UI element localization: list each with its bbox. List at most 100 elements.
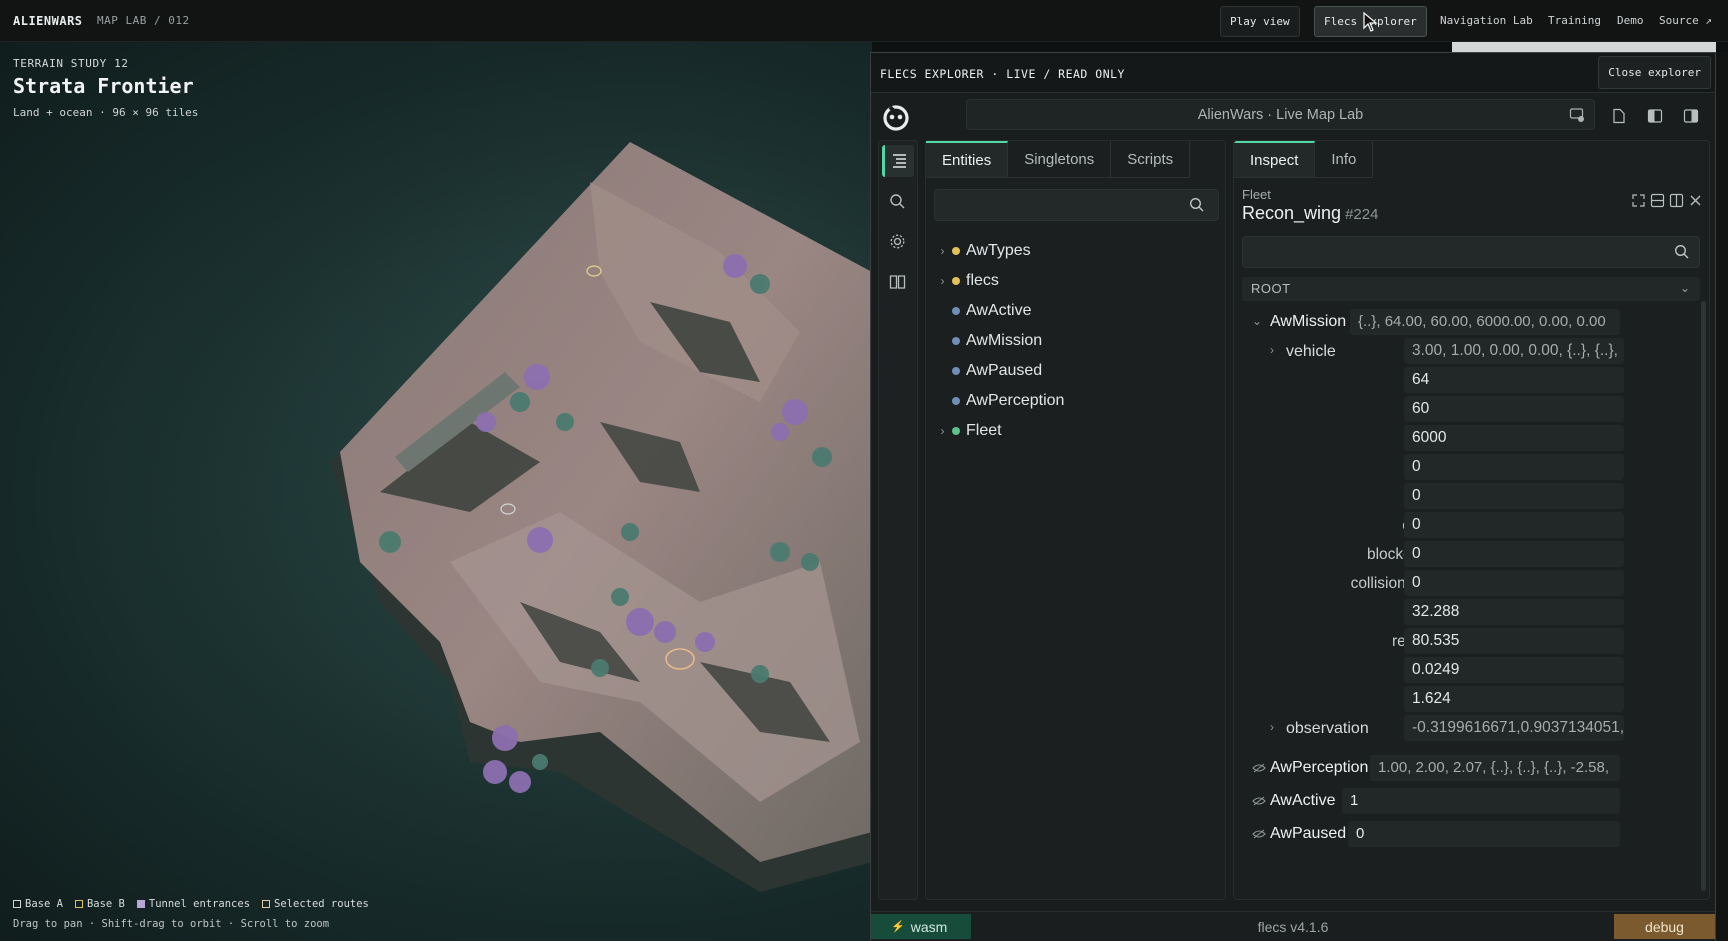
root-label: ROOT <box>1251 281 1291 296</box>
chevron-right-icon: › <box>1270 720 1274 734</box>
explorer-title: FLECS EXPLORER · LIVE / READ ONLY <box>880 67 1125 81</box>
entity-dot-icon <box>952 307 960 315</box>
split-vertical-icon[interactable] <box>1669 193 1684 208</box>
search-icon[interactable] <box>1189 197 1205 213</box>
field-observation[interactable]: › observation -0.3199616671,0.9037134051… <box>1242 715 1700 743</box>
study-label: TERRAIN STUDY 12 <box>13 57 129 70</box>
rail-entities-button[interactable] <box>882 145 914 177</box>
eye-icon[interactable] <box>1252 795 1266 807</box>
debug-build-badge: debug <box>1614 914 1715 939</box>
rail-query-button[interactable] <box>882 185 914 217</box>
root-section-header[interactable]: ROOT ⌄ <box>1242 277 1700 301</box>
layout-right-panel-icon[interactable] <box>1683 108 1699 124</box>
inspector-search-input[interactable] <box>1242 236 1700 268</box>
chevron-right-icon[interactable]: › <box>936 424 949 438</box>
chevron-down-icon: ⌄ <box>1679 281 1690 295</box>
file-icon[interactable] <box>1611 108 1627 124</box>
eye-icon[interactable] <box>1252 828 1266 840</box>
field-value: 0.0249 <box>1404 657 1624 683</box>
field-value: 32.288 <box>1404 599 1624 625</box>
nav-link-training[interactable]: Training <box>1548 14 1601 27</box>
tab-entities[interactable]: Entities <box>926 141 1009 178</box>
component-name: AwPerception <box>1270 759 1369 776</box>
field-limit[interactable]: limit6000 <box>1242 425 1700 453</box>
brand-logo-text[interactable]: ALIENWARS <box>13 14 83 28</box>
close-icon[interactable] <box>1688 193 1703 208</box>
field-reward[interactable]: reward0.0249 <box>1242 657 1700 685</box>
nav-link-demo[interactable]: Demo <box>1617 14 1644 27</box>
field-value: 1.624 <box>1404 686 1624 712</box>
component-awperception[interactable]: AwPerception 1.00, 2.00, 2.07, {..}, {..… <box>1242 755 1700 783</box>
sidebar-rail <box>878 140 918 900</box>
flecs-explorer-panel: FLECS EXPLORER · LIVE / READ ONLY Close … <box>870 52 1716 941</box>
tab-singletons[interactable]: Singletons <box>1008 141 1112 178</box>
explorer-header: FLECS EXPLORER · LIVE / READ ONLY Close … <box>871 53 1715 93</box>
entity-dot-icon <box>952 337 960 345</box>
tree-item-fleet[interactable]: › Fleet <box>936 416 1216 446</box>
component-summary: {..}, 64.00, 60.00, 6000.00, 0.00, 0.00 <box>1350 309 1620 335</box>
field-total[interactable]: total1.624 <box>1242 686 1700 714</box>
rail-docs-button[interactable] <box>882 265 914 297</box>
component-awmission[interactable]: ⌄ AwMission {..}, 64.00, 60.00, 6000.00,… <box>1242 309 1700 337</box>
split-horizontal-icon[interactable] <box>1650 193 1665 208</box>
search-icon[interactable] <box>1674 244 1690 260</box>
nav-link-source[interactable]: Source ↗ <box>1659 14 1712 27</box>
rail-systems-button[interactable] <box>882 225 914 257</box>
close-explorer-button[interactable]: Close explorer <box>1598 56 1711 89</box>
field-timeout[interactable]: timeout0 <box>1242 483 1700 511</box>
component-awactive[interactable]: AwActive 1 <box>1242 788 1700 816</box>
tab-info[interactable]: Info <box>1315 141 1374 178</box>
inspector-scrollbar[interactable] <box>1701 301 1706 891</box>
tree-item-awperception[interactable]: AwPerception <box>936 386 1216 416</box>
component-awpaused[interactable]: AwPaused 0 <box>1242 821 1700 849</box>
tree-item-label: AwPaused <box>966 362 1043 379</box>
map-viewport[interactable] <box>0 42 872 941</box>
field-collision-events[interactable]: collision_events0 <box>1242 570 1700 598</box>
component-name: AwPaused <box>1270 825 1347 842</box>
tree-item-awactive[interactable]: AwActive <box>936 296 1216 326</box>
field-cursor[interactable]: cursor64 <box>1242 367 1700 395</box>
eye-icon[interactable] <box>1252 762 1266 774</box>
play-view-button[interactable]: Play view <box>1220 6 1300 37</box>
field-vehicle[interactable]: › vehicle 3.00, 1.00, 0.00, 0.00, {..}, … <box>1242 338 1700 366</box>
field-remaining[interactable]: remaining80.535 <box>1242 628 1700 656</box>
field-along[interactable]: along32.288 <box>1242 599 1700 627</box>
tree-item-label: AwMission <box>966 332 1043 349</box>
component-value: 1 <box>1342 788 1620 814</box>
inspector-tabs: Inspect Info <box>1234 141 1374 178</box>
field-value: 0 <box>1404 483 1624 509</box>
top-bar: ALIENWARS MAP LAB / 012 Play view Flecs … <box>0 0 1728 42</box>
component-value: 0 <box>1348 821 1620 847</box>
chevron-right-icon[interactable]: › <box>936 244 949 258</box>
field-blocked-ticks[interactable]: blocked_ticks0 <box>1242 541 1700 569</box>
tree-item-awmission[interactable]: AwMission <box>936 326 1216 356</box>
search-icon <box>890 194 905 209</box>
layout-left-panel-icon[interactable] <box>1647 108 1663 124</box>
entity-dot-icon <box>952 397 960 405</box>
chevron-right-icon: › <box>1270 343 1274 357</box>
entity-search-input[interactable] <box>934 189 1219 221</box>
flecs-logo-icon[interactable] <box>881 103 911 133</box>
app-title-bar: AlienWars · Live Map Lab <box>966 99 1595 130</box>
legend-item-base-a: Base A <box>13 898 63 910</box>
field-ticks[interactable]: ticks60 <box>1242 396 1700 424</box>
terrain-render <box>0 42 872 941</box>
tree-item-label: AwPerception <box>966 392 1065 409</box>
expand-icon[interactable] <box>1631 193 1646 208</box>
chevron-right-icon[interactable]: › <box>936 274 949 288</box>
tree-item-awpaused[interactable]: AwPaused <box>936 356 1216 386</box>
entity-name: Recon_wing #224 <box>1242 203 1378 224</box>
breadcrumb: MAP LAB / 012 <box>97 14 190 27</box>
entities-panel: Entities Singletons Scripts › AwTypes › fle… <box>925 140 1226 900</box>
tree-item-awtypes[interactable]: › AwTypes <box>936 236 1216 266</box>
field-arrived[interactable]: arrived0 <box>1242 454 1700 482</box>
field-name: vehicle <box>1286 343 1336 360</box>
tree-item-flecs[interactable]: › flecs <box>936 266 1216 296</box>
tab-inspect[interactable]: Inspect <box>1234 141 1316 178</box>
tab-scripts[interactable]: Scripts <box>1111 141 1191 178</box>
remote-connection-icon[interactable] <box>1569 107 1585 123</box>
field-contacts[interactable]: contacts0 <box>1242 512 1700 540</box>
component-summary: 1.00, 2.00, 2.07, {..}, {..}, {..}, -2.5… <box>1370 755 1620 781</box>
nav-link-navigation-lab[interactable]: Navigation Lab <box>1440 14 1533 27</box>
tree-item-label: flecs <box>966 272 999 289</box>
